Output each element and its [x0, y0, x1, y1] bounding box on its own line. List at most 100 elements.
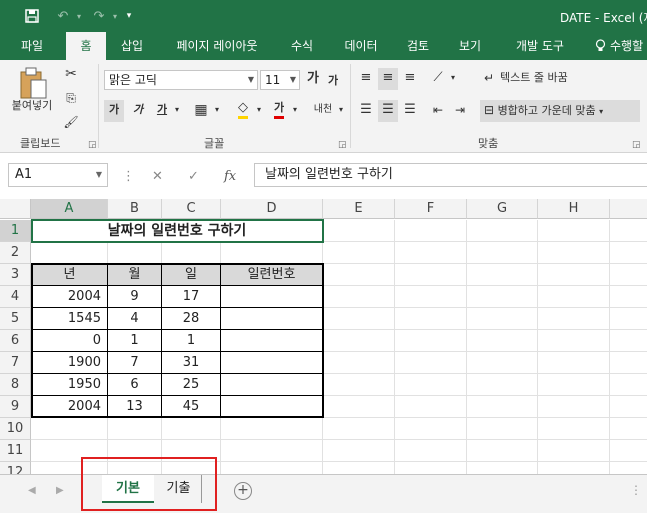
scroll-left-icon[interactable]: ◀	[28, 485, 36, 496]
cancel-icon[interactable]: ✕	[152, 169, 163, 184]
chevron-down-icon[interactable]: ▾	[254, 100, 264, 122]
chevron-down-icon: ▼	[95, 170, 102, 179]
phonetic-label: 내천	[313, 104, 333, 115]
column-header-c[interactable]: C	[162, 199, 221, 219]
save-icon[interactable]	[22, 6, 42, 26]
format-painter-icon[interactable]: 🖌	[60, 112, 82, 134]
row-header-11[interactable]: 11	[0, 440, 31, 462]
worksheet-grid: A B C D E F G H 1 2 3 4 5 6 7 8 9 10 11 …	[0, 197, 647, 474]
name-box[interactable]: A1 ▼	[8, 163, 108, 187]
enter-icon[interactable]: ✓	[188, 169, 199, 184]
tab-file[interactable]: 파일	[10, 32, 54, 60]
alignment-group-label: 맞춤	[478, 137, 499, 150]
shrink-font-button[interactable]: 가	[324, 71, 342, 93]
add-sheet-icon[interactable]: +	[234, 482, 252, 500]
tell-me-search[interactable]: 수행할	[610, 32, 647, 60]
align-top-icon[interactable]: ≡	[356, 68, 376, 90]
bold-button[interactable]: 가	[104, 100, 124, 122]
column-header-e[interactable]: E	[323, 199, 395, 219]
merge-center-button[interactable]: ⊟ 병합하고 가운데 맞춤 ▾	[480, 100, 640, 122]
tab-data[interactable]: 데이터	[336, 32, 386, 60]
row-header-12[interactable]: 12	[0, 462, 31, 474]
gridline	[609, 220, 610, 474]
underline-label: 가	[156, 103, 168, 116]
redo-dropdown-icon[interactable]: ▾	[110, 6, 120, 26]
tab-developer[interactable]: 개발 도구	[504, 32, 576, 60]
align-middle-icon[interactable]: ≡	[378, 68, 398, 90]
chevron-down-icon[interactable]: ▾	[172, 100, 182, 122]
ribbon-home: 붙여넣기 ✂ ⎘ 🖌 클립보드 ◲ 맑은 고딕 ▼ 11 ▼ 가 가 가 가 가 ▾…	[0, 60, 647, 153]
alignment-launcher-icon[interactable]: ◲	[632, 140, 641, 150]
borders-icon[interactable]: ▦	[190, 100, 212, 122]
paste-label: 붙여넣기	[11, 99, 53, 112]
align-bottom-icon[interactable]: ≡	[400, 68, 420, 90]
align-right-icon[interactable]: ☰	[400, 100, 420, 122]
table-line	[31, 351, 323, 352]
lightbulb-icon	[592, 32, 608, 60]
font-name-dropdown[interactable]: 맑은 고딕 ▼	[104, 70, 258, 90]
row-header-5[interactable]: 5	[0, 308, 31, 330]
row-header-4[interactable]: 4	[0, 286, 31, 308]
font-group-label: 글꼴	[204, 137, 225, 150]
customize-toolbar-icon[interactable]: ▾	[122, 6, 136, 26]
align-left-icon[interactable]: ☰	[356, 100, 376, 122]
column-header-a[interactable]: A	[31, 199, 108, 219]
underline-button[interactable]: 가	[152, 100, 172, 122]
row-header-10[interactable]: 10	[0, 418, 31, 440]
insert-function-icon[interactable]: fx	[224, 169, 236, 184]
decrease-indent-icon[interactable]: ⇤	[428, 100, 448, 122]
font-color-button[interactable]: 가	[268, 98, 290, 120]
tab-insert[interactable]: 삽입	[112, 32, 152, 60]
row-header-6[interactable]: 6	[0, 330, 31, 352]
phonetic-button[interactable]: 내천	[310, 100, 336, 122]
tab-home[interactable]: 홈	[66, 32, 106, 60]
chevron-down-icon: ▼	[289, 75, 296, 84]
chevron-down-icon[interactable]: ▾	[336, 100, 346, 122]
increase-indent-icon[interactable]: ⇥	[450, 100, 470, 122]
font-launcher-icon[interactable]: ◲	[338, 140, 347, 150]
row-header-9[interactable]: 9	[0, 396, 31, 418]
chevron-down-icon[interactable]: ▾	[290, 100, 300, 122]
select-all-button[interactable]	[0, 199, 31, 219]
wrap-text-button[interactable]: 텍스트 줄 바꿈	[500, 68, 600, 90]
row-header-7[interactable]: 7	[0, 352, 31, 374]
formula-input[interactable]: 날짜의 일련번호 구하기	[254, 163, 647, 187]
row-header-3[interactable]: 3	[0, 264, 31, 286]
row-header-2[interactable]: 2	[0, 242, 31, 264]
row-header-1[interactable]: 1	[0, 220, 31, 242]
font-name-value: 맑은 고딕	[109, 73, 157, 87]
column-header-h[interactable]: H	[538, 199, 610, 219]
cut-icon[interactable]: ✂	[60, 64, 82, 86]
tab-page-layout[interactable]: 페이지 레이아웃	[164, 32, 270, 60]
column-header-f[interactable]: F	[395, 199, 467, 219]
fill-color-icon[interactable]: ◇	[232, 98, 254, 120]
column-header-d[interactable]: D	[221, 199, 323, 219]
row-header-8[interactable]: 8	[0, 374, 31, 396]
column-header-b[interactable]: B	[108, 199, 162, 219]
table-line	[107, 263, 108, 418]
tab-view[interactable]: 보기	[450, 32, 490, 60]
redo-icon[interactable]: ↷	[88, 6, 110, 26]
separator	[98, 64, 99, 148]
undo-icon[interactable]: ↶	[52, 6, 74, 26]
paste-button[interactable]: 붙여넣기	[6, 96, 58, 118]
font-size-dropdown[interactable]: 11 ▼	[260, 70, 300, 90]
column-header-g[interactable]: G	[467, 199, 538, 219]
undo-dropdown-icon[interactable]: ▾	[74, 6, 84, 26]
scroll-right-icon[interactable]: ▶	[56, 485, 64, 496]
table-line	[31, 329, 323, 330]
copy-icon[interactable]: ⎘	[60, 88, 82, 110]
tab-formulas[interactable]: 수식	[282, 32, 322, 60]
chevron-down-icon[interactable]: ▾	[212, 100, 222, 122]
clipboard-launcher-icon[interactable]: ◲	[88, 140, 97, 150]
grow-font-button[interactable]: 가	[304, 69, 322, 91]
wrap-text-icon: ↵	[483, 71, 495, 85]
tab-review[interactable]: 검토	[398, 32, 438, 60]
align-center-icon[interactable]: ☰	[378, 100, 398, 122]
paste-icon[interactable]	[18, 66, 50, 100]
chevron-down-icon[interactable]: ▾	[448, 68, 458, 90]
italic-button[interactable]: 가	[128, 100, 148, 122]
orientation-icon[interactable]: ⟋	[428, 68, 448, 90]
column-header-i[interactable]	[610, 199, 647, 219]
gridline	[537, 220, 538, 474]
